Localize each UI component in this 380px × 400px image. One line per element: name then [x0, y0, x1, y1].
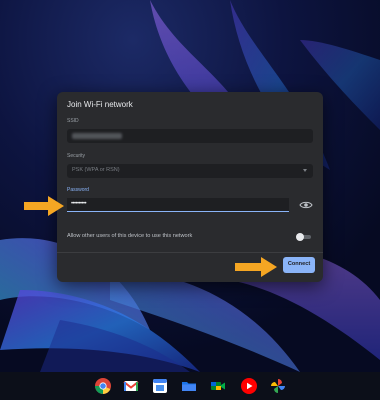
meet-icon[interactable]: [209, 377, 227, 395]
password-label: Password: [67, 187, 89, 193]
dialog-divider: [57, 252, 323, 253]
chevron-down-icon: [303, 169, 307, 172]
photos-icon[interactable]: [269, 377, 287, 395]
ssid-label: SSID: [67, 118, 79, 124]
youtube-icon[interactable]: [240, 377, 258, 395]
ssid-redacted-value: [72, 133, 122, 139]
arrow-to-password-icon: [24, 196, 64, 216]
chrome-icon[interactable]: [94, 377, 112, 395]
connect-button[interactable]: Connect: [283, 257, 315, 273]
toggle-knob: [296, 233, 304, 241]
password-field[interactable]: ••••••••••: [67, 198, 289, 212]
share-network-label: Allow other users of this device to use …: [67, 233, 193, 239]
calendar-icon[interactable]: [151, 377, 169, 395]
arrow-to-connect-icon: [235, 257, 277, 277]
show-password-icon[interactable]: [299, 200, 313, 210]
ssid-field[interactable]: [67, 129, 313, 143]
connect-button-label: Connect: [287, 261, 311, 267]
wifi-join-dialog: Join Wi-Fi network SSID Security PSK (WP…: [57, 92, 323, 282]
share-network-toggle[interactable]: [296, 233, 312, 241]
security-select-value: PSK (WPA or RSN): [72, 167, 120, 173]
files-icon[interactable]: [180, 377, 198, 395]
gmail-icon[interactable]: [122, 377, 140, 395]
security-label: Security: [67, 153, 86, 159]
security-select[interactable]: PSK (WPA or RSN): [67, 164, 313, 178]
dialog-title: Join Wi-Fi network: [67, 100, 133, 109]
password-value: ••••••••••: [71, 201, 87, 207]
